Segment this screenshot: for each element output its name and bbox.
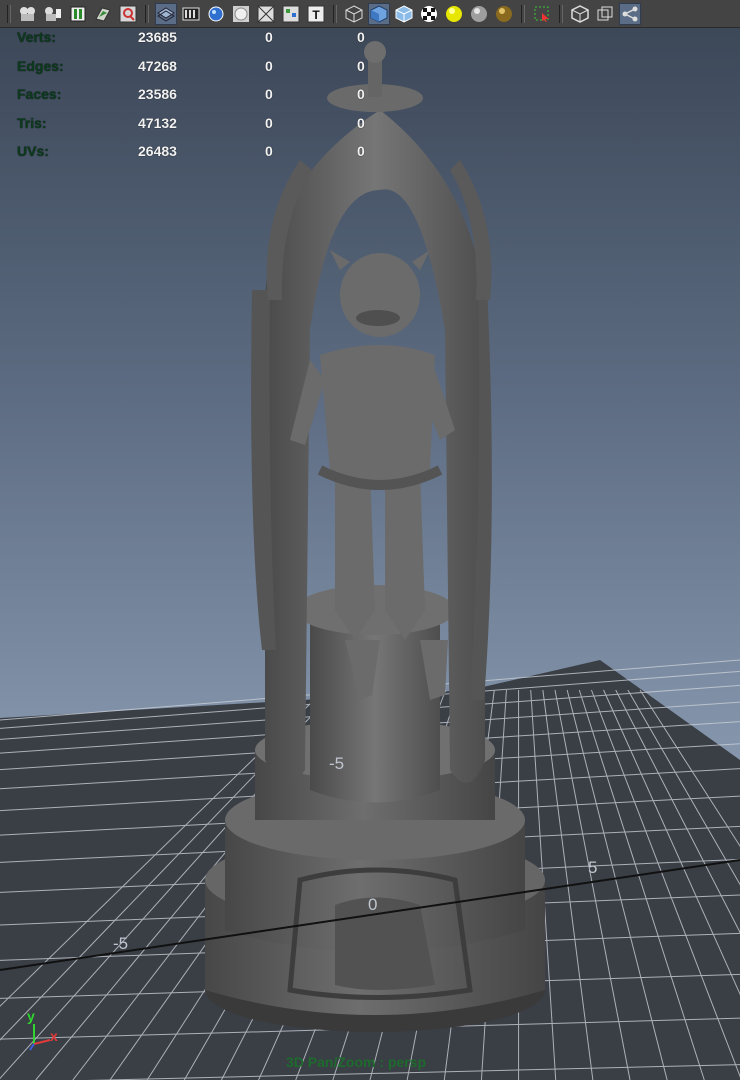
gate-mask-icon[interactable] [230, 3, 252, 25]
hud-value-total: 47132 [138, 114, 177, 131]
grid-icon[interactable] [155, 2, 177, 25]
viewport-canvas[interactable] [0, 28, 740, 1080]
isolate-select-icon[interactable] [531, 3, 553, 25]
toolbar-separator [559, 4, 563, 23]
hud-label: Faces: [17, 86, 62, 102]
hud-value-other: 0 [357, 114, 365, 131]
hud-value-selected: 0 [265, 86, 273, 102]
toolbar-separator [7, 4, 11, 23]
safe-title-icon[interactable]: T [305, 3, 327, 25]
grid-label: -5 [329, 754, 345, 773]
wireframe-icon[interactable] [343, 3, 365, 25]
film-gate-icon[interactable] [180, 3, 202, 25]
poly-count-hud: Verts: 23685 0 0 Edges: 47268 0 0 Faces:… [17, 29, 397, 172]
hud-label: Verts: [17, 29, 56, 45]
xray-active-components-icon[interactable] [594, 3, 616, 25]
screen-space-ambient-occlusion-icon[interactable] [493, 3, 515, 25]
hud-value-selected: 0 [265, 143, 273, 159]
resolution-gate-icon[interactable] [205, 3, 227, 25]
hud-row-faces: Faces: 23586 0 0 [17, 86, 397, 115]
hud-value-total: 26483 [138, 143, 177, 159]
camera-attributes-icon[interactable] [42, 3, 64, 25]
hud-value-other: 0 [357, 29, 365, 45]
hud-row-edges: Edges: 47268 0 0 [17, 58, 397, 87]
smooth-shade-icon[interactable] [368, 2, 390, 25]
hud-label: Edges: [17, 57, 64, 74]
hud-label: UVs: [17, 143, 49, 159]
hud-value-total: 47268 [138, 57, 177, 74]
viewport-panel-toolbar: T [0, 0, 740, 28]
hud-value-selected: 0 [265, 29, 273, 45]
shadows-icon[interactable] [468, 3, 490, 25]
hud-row-tris: Tris: 47132 0 0 [17, 115, 397, 144]
hud-value-other: 0 [357, 143, 365, 159]
grid-label: -5 [113, 934, 129, 953]
safe-action-icon[interactable] [280, 3, 302, 25]
hud-value-total: 23586 [138, 86, 177, 102]
svg-text:T: T [312, 8, 320, 22]
statue-model[interactable] [205, 41, 545, 1032]
image-plane-icon[interactable] [92, 3, 114, 25]
toolbar-separator [145, 4, 149, 23]
grid-label: 5 [588, 858, 598, 877]
axis-y-label: y [27, 1008, 35, 1024]
hud-row-uvs: UVs: 26483 0 0 [17, 143, 397, 172]
xray-icon[interactable] [569, 3, 591, 25]
hud-value-selected: 0 [265, 114, 273, 131]
camera-label: 3D Pan/Zoom : persp [286, 1054, 427, 1070]
bookmarks-icon[interactable] [67, 3, 89, 25]
wireframe-on-shaded-icon[interactable] [393, 3, 415, 25]
axis-x-label: x [50, 1028, 58, 1044]
hud-value-other: 0 [357, 86, 365, 102]
view-axis-gizmo: y x [22, 1008, 72, 1058]
toolbar-separator [333, 4, 337, 23]
use-all-lights-icon[interactable] [443, 3, 465, 25]
textured-icon[interactable] [418, 3, 440, 25]
camera-select-icon[interactable] [17, 3, 39, 25]
xray-joints-icon[interactable] [619, 2, 641, 25]
toolbar-separator [521, 4, 525, 23]
grid-label: 0 [368, 895, 378, 914]
hud-value-other: 0 [357, 57, 365, 74]
hud-value-total: 23685 [138, 29, 177, 45]
field-chart-icon[interactable] [255, 3, 277, 25]
two-d-pan-zoom-icon[interactable] [117, 3, 139, 25]
hud-label: Tris: [17, 114, 47, 131]
hud-value-selected: 0 [265, 57, 273, 74]
hud-row-verts: Verts: 23685 0 0 [17, 29, 397, 58]
